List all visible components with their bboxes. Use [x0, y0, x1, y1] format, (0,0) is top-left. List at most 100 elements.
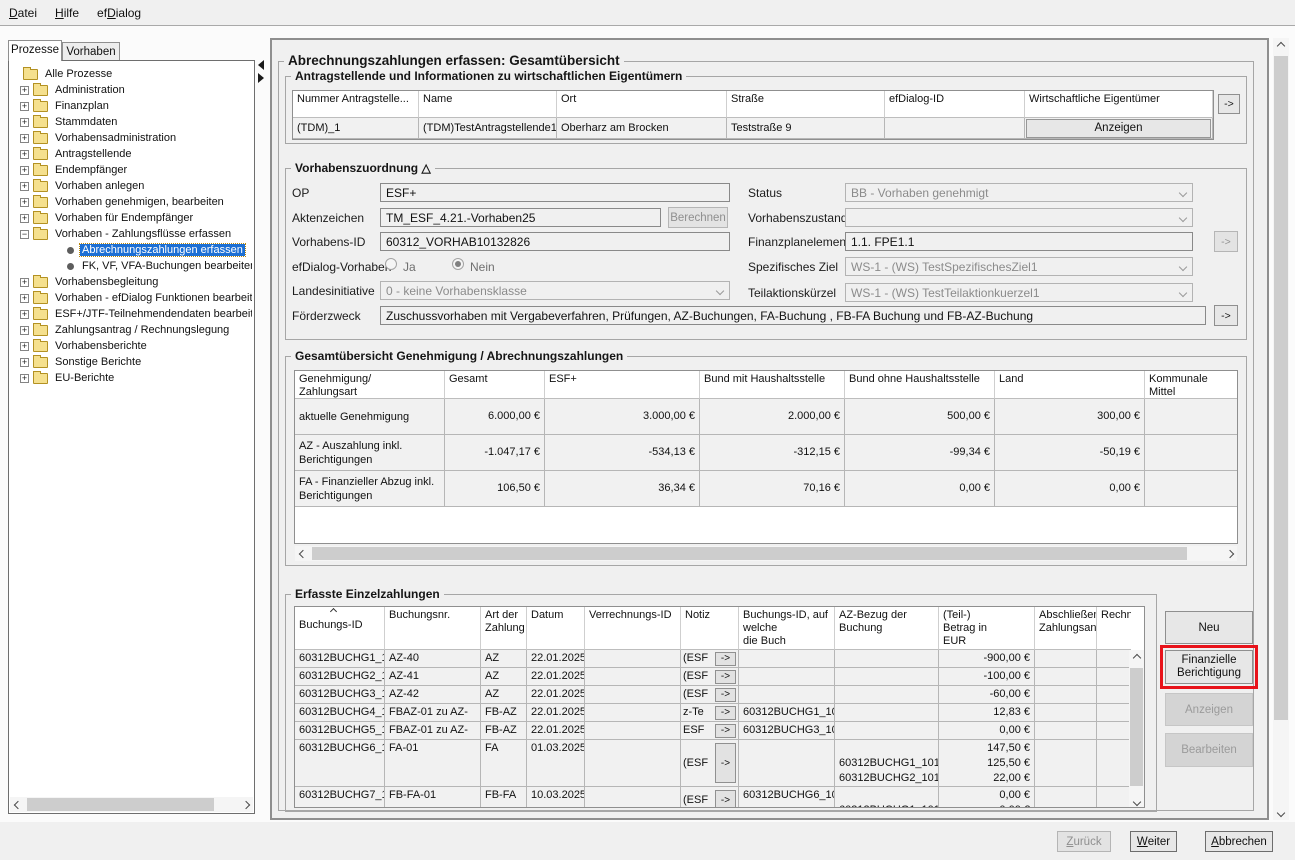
tree-item-vorhaben-anlegen[interactable]: +Vorhaben anlegen: [11, 178, 252, 194]
tree-item-zahlungsantrag-rechnungslegung[interactable]: +Zahlungsantrag / Rechnungslegung: [11, 322, 252, 338]
scrollbar-thumb[interactable]: [1274, 56, 1288, 720]
tree-item-vorhaben-zahlungsflüsse-erfassen[interactable]: −Vorhaben - Zahlungsflüsse erfassen: [11, 226, 252, 242]
tree-item-abrechnungszahlungen-erfassen[interactable]: Abrechnungszahlungen erfassen: [11, 242, 252, 258]
expand-plus-icon[interactable]: +: [20, 166, 29, 175]
scroll-left-icon[interactable]: [10, 797, 25, 812]
table-row[interactable]: 60312BUCHG5_1013FBAZ-01 zu AZ-42FB-AZ22.…: [295, 722, 1131, 740]
aktenzeichen-field[interactable]: TM_ESF_4.21.-Vorhaben25: [380, 208, 661, 227]
finanzplanelement-field[interactable]: 1.1. FPE1.1: [845, 232, 1193, 251]
scroll-left-icon[interactable]: [295, 546, 310, 561]
column-header-buchungs-id-auf: Buchungs-ID, auf welche die Buch: [739, 607, 835, 650]
splitter-collapse-left-icon[interactable]: [258, 60, 264, 70]
antragstellende-detail-button[interactable]: ->: [1218, 94, 1240, 114]
abbrechen-button[interactable]: Abbrechen: [1205, 831, 1273, 852]
expand-plus-icon[interactable]: +: [20, 214, 29, 223]
table-row[interactable]: 60312BUCHG3_1013AZ-42AZ22.01.2025(ESF->-…: [295, 686, 1131, 704]
notiz-detail-button[interactable]: ->: [715, 743, 736, 783]
foerderzweck-field[interactable]: Zuschussvorhaben mit Vergabeverfahren, P…: [380, 306, 1206, 325]
notiz-text: (ESF: [683, 687, 715, 702]
scrollbar-thumb[interactable]: [1130, 668, 1143, 786]
tab-vorhaben[interactable]: Vorhaben: [62, 42, 120, 60]
menu-item-datei[interactable]: Datei: [0, 2, 46, 24]
table-row[interactable]: (TDM)_1(TDM)TestAntragstellende1Oberharz…: [293, 118, 1213, 139]
tree-item-label: Abrechnungszahlungen erfassen: [80, 244, 245, 256]
tree-item-vorhaben-efdialog-funktionen-bearbeiten[interactable]: +Vorhaben - efDialog Funktionen bearbeit…: [11, 290, 252, 306]
table-row[interactable]: 60312BUCHG4_1013FBAZ-01 zu AZ-40FB-AZ22.…: [295, 704, 1131, 722]
expand-plus-icon[interactable]: +: [20, 358, 29, 367]
tree-item-stammdaten[interactable]: +Stammdaten: [11, 114, 252, 130]
expand-plus-icon[interactable]: +: [20, 102, 29, 111]
tree-item-vorhabensberichte[interactable]: +Vorhabensberichte: [11, 338, 252, 354]
notiz-text: (ESF: [683, 793, 715, 808]
tree-item-esf+-jtf-teilnehmendendaten-bearbeiten[interactable]: +ESF+/JTF-Teilnehmendendaten bearbeiten: [11, 306, 252, 322]
tree-item-fk-vf-vfa-buchungen-bearbeiten[interactable]: FK, VF, VFA-Buchungen bearbeiten: [11, 258, 252, 274]
scroll-right-icon[interactable]: [238, 797, 253, 812]
table-row[interactable]: 60312BUCHG7_1013FB-FA-01FB-FA10.03.2025(…: [295, 787, 1131, 808]
tree-item-finanzplan[interactable]: +Finanzplan: [11, 98, 252, 114]
expand-plus-icon[interactable]: +: [20, 326, 29, 335]
cell: 0,00 € 0,00 €: [939, 787, 1035, 808]
notiz-detail-button[interactable]: ->: [715, 724, 736, 738]
einzelzahlungen-vertical-scrollbar[interactable]: [1129, 650, 1144, 808]
tree-item-vorhabensadministration[interactable]: +Vorhabensadministration: [11, 130, 252, 146]
finanzielle-berichtigung-button[interactable]: Finanzielle Berichtigung: [1165, 650, 1253, 684]
expand-plus-icon[interactable]: +: [20, 294, 29, 303]
table-row[interactable]: FA - Finanzieller Abzug inkl. Berichtigu…: [295, 471, 1237, 507]
scroll-up-icon[interactable]: [1273, 38, 1288, 53]
tree-item-endempfänger[interactable]: +Endempfänger: [11, 162, 252, 178]
scrollbar-thumb[interactable]: [312, 547, 1187, 560]
scroll-down-icon[interactable]: [1273, 805, 1288, 820]
table-row[interactable]: AZ - Auszahlung inkl. Berichtigungen-1.0…: [295, 435, 1237, 471]
gesamtuebersicht-horizontal-scrollbar[interactable]: [295, 546, 1237, 561]
tree-item-eu-berichte[interactable]: +EU-Berichte: [11, 370, 252, 386]
expand-plus-icon[interactable]: +: [20, 342, 29, 351]
tree-item-vorhabensbegleitung[interactable]: +Vorhabensbegleitung: [11, 274, 252, 290]
scroll-right-icon[interactable]: [1222, 546, 1237, 561]
scroll-up-icon[interactable]: [1129, 650, 1144, 665]
main-vertical-scrollbar[interactable]: [1273, 38, 1289, 820]
tree-item-sonstige-berichte[interactable]: +Sonstige Berichte: [11, 354, 252, 370]
weiter-button[interactable]: Weiter: [1130, 831, 1177, 852]
chevron-down-icon: [1179, 289, 1187, 297]
expand-plus-icon[interactable]: +: [20, 86, 29, 95]
foerderzweck-detail-button[interactable]: ->: [1214, 305, 1238, 326]
menu-item-efdialog[interactable]: efDialog: [88, 2, 150, 24]
collapse-minus-icon[interactable]: −: [20, 230, 29, 239]
vorhabenszuordnung-group-title: Vorhabenszuordnung △: [291, 161, 435, 175]
tree-item-vorhaben-genehmigen-bearbeiten[interactable]: +Vorhaben genehmigen, bearbeiten: [11, 194, 252, 210]
expand-plus-icon[interactable]: +: [20, 118, 29, 127]
tab-prozesse[interactable]: Prozesse: [8, 40, 62, 61]
expand-plus-icon[interactable]: +: [20, 134, 29, 143]
tree-item-administration[interactable]: +Administration: [11, 82, 252, 98]
notiz-detail-button[interactable]: ->: [715, 706, 736, 720]
scrollbar-thumb[interactable]: [27, 798, 214, 811]
folder-icon: [33, 341, 48, 352]
scroll-down-icon[interactable]: [1129, 794, 1144, 808]
expand-plus-icon[interactable]: +: [20, 182, 29, 191]
table-row[interactable]: 60312BUCHG2_1013AZ-41AZ22.01.2025(ESF->-…: [295, 668, 1131, 686]
tree-horizontal-scrollbar[interactable]: [10, 797, 253, 812]
neu-button[interactable]: Neu: [1165, 611, 1253, 644]
table-row[interactable]: aktuelle Genehmigung6.000,00 €3.000,00 €…: [295, 399, 1237, 435]
op-field[interactable]: ESF+: [380, 183, 730, 202]
menu-item-hilfe[interactable]: Hilfe: [46, 2, 88, 24]
table-row[interactable]: 60312BUCHG6_1013FA-01FA01.03.2025(ESF-> …: [295, 740, 1131, 787]
expand-plus-icon[interactable]: +: [20, 310, 29, 319]
notiz-detail-button[interactable]: ->: [715, 790, 736, 809]
column-header-gesamt: Gesamt: [445, 371, 545, 399]
vorhabens-id-field[interactable]: 60312_VORHAB10132826: [380, 232, 730, 251]
expand-plus-icon[interactable]: +: [20, 278, 29, 287]
expand-plus-icon[interactable]: +: [20, 150, 29, 159]
wirtschaftliche-eigentuemer-anzeigen-button[interactable]: Anzeigen: [1026, 119, 1211, 138]
table-row[interactable]: 60312BUCHG1_1013AZ-40AZ22.01.2025(ESF->-…: [295, 650, 1131, 668]
notiz-detail-button[interactable]: ->: [715, 688, 736, 702]
expand-plus-icon[interactable]: +: [20, 198, 29, 207]
expand-plus-icon[interactable]: +: [20, 374, 29, 383]
splitter-expand-right-icon[interactable]: [258, 73, 264, 83]
notiz-detail-button[interactable]: ->: [715, 670, 736, 684]
tree-item-vorhaben-für-endempfänger[interactable]: +Vorhaben für Endempfänger: [11, 210, 252, 226]
cell-amount: 500,00 €: [845, 399, 995, 435]
tree-item-alle-prozesse[interactable]: Alle Prozesse: [11, 66, 252, 82]
notiz-detail-button[interactable]: ->: [715, 652, 736, 666]
tree-item-antragstellende[interactable]: +Antragstellende: [11, 146, 252, 162]
